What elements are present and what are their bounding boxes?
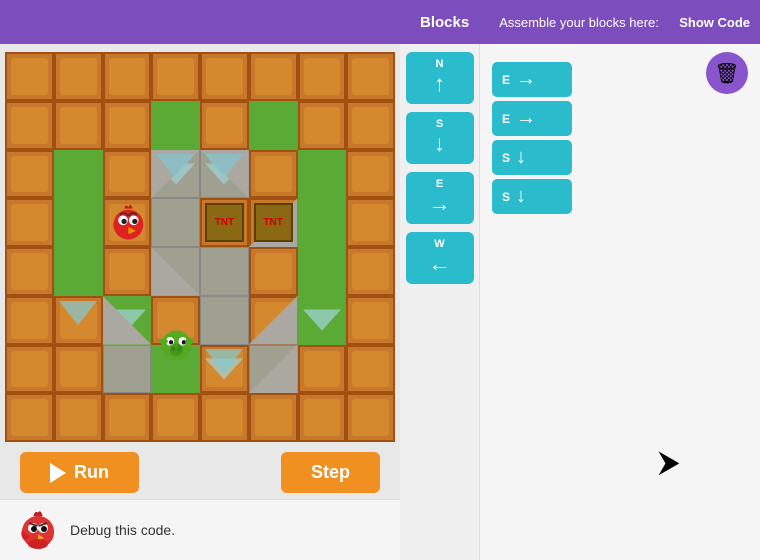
cell: [346, 247, 395, 296]
cell: [298, 52, 347, 101]
cell: [54, 247, 103, 296]
cell: [54, 150, 103, 199]
cell: [5, 52, 54, 101]
blocks-column: N ↑ S ↓ E → W ←: [400, 44, 480, 560]
cell: [298, 296, 347, 345]
cell: [200, 296, 249, 345]
debug-bird-icon: [16, 508, 60, 552]
tnt-box: TNT: [205, 203, 244, 242]
cell: [151, 101, 200, 150]
assembled-block-e1[interactable]: E →: [492, 62, 572, 97]
header: Blocks Assemble your blocks here: Show C…: [0, 0, 760, 44]
run-button[interactable]: Run: [20, 452, 139, 493]
cell: [5, 393, 54, 442]
assemble-label: Assemble your blocks here:: [499, 15, 679, 30]
main-content: TNT TNT Run Step: [0, 44, 760, 560]
right-panel: N ↑ S ↓ E → W ← 🗑: [400, 44, 760, 560]
cell: [249, 52, 298, 101]
cell: [200, 101, 249, 150]
game-panel: TNT TNT Run Step: [0, 44, 400, 560]
debug-text: Debug this code.: [70, 522, 175, 538]
cell: [5, 296, 54, 345]
blocks-tab-label: Blocks: [420, 14, 469, 31]
green-pig-icon: [155, 322, 200, 367]
cell: [5, 101, 54, 150]
cell: [151, 52, 200, 101]
assembled-block-s1[interactable]: S ↓: [492, 140, 572, 175]
cell: [346, 345, 395, 394]
game-controls: Run Step: [0, 446, 400, 499]
ice-triangle: [205, 154, 243, 178]
block-south[interactable]: S ↓: [406, 112, 474, 164]
cell: [346, 52, 395, 101]
game-grid-container: TNT TNT: [5, 52, 395, 442]
debug-area: Debug this code.: [0, 499, 400, 560]
cell: [54, 393, 103, 442]
cell: [346, 296, 395, 345]
assemble-column: 🗑 E → E → S ↓ S ↓: [480, 44, 760, 560]
trash-button[interactable]: 🗑: [706, 52, 748, 94]
cell: [298, 101, 347, 150]
cell: [103, 247, 152, 296]
ice-triangle: [59, 301, 97, 325]
cell: [103, 101, 152, 150]
cell: [54, 345, 103, 394]
tnt-box: TNT: [254, 203, 293, 242]
cell: [54, 101, 103, 150]
red-bird-icon: [107, 200, 152, 245]
cell: [346, 150, 395, 199]
cell: [54, 52, 103, 101]
cell: [200, 393, 249, 442]
cell: [249, 101, 298, 150]
cell: [298, 393, 347, 442]
cell: [5, 345, 54, 394]
block-east[interactable]: E →: [406, 172, 474, 224]
cell: [5, 150, 54, 199]
game-grid: TNT TNT: [5, 52, 395, 442]
cell: [200, 52, 249, 101]
trash-icon: 🗑: [714, 61, 739, 86]
cell: [298, 345, 347, 394]
assembled-block-e2[interactable]: E →: [492, 101, 572, 136]
cell: [54, 198, 103, 247]
block-west[interactable]: W ←: [406, 232, 474, 284]
cell: [249, 393, 298, 442]
cell: [151, 198, 200, 247]
show-code-button[interactable]: Show Code: [679, 15, 750, 30]
ice-triangle: [205, 349, 243, 373]
cell: [346, 101, 395, 150]
cell: [103, 345, 152, 394]
cell: [151, 393, 200, 442]
cell: [200, 247, 249, 296]
step-button[interactable]: Step: [281, 452, 380, 493]
cell: [346, 198, 395, 247]
cell: [5, 198, 54, 247]
cell: [249, 150, 298, 199]
cell: [298, 198, 347, 247]
cell: [249, 247, 298, 296]
assembled-block-s2[interactable]: S ↓: [492, 179, 572, 214]
cell: [298, 150, 347, 199]
cell: [5, 247, 54, 296]
cell: [103, 150, 152, 199]
cursor-icon: ⮞: [658, 446, 680, 480]
cell: [103, 52, 152, 101]
ice-triangle: [156, 154, 194, 178]
cell: [298, 247, 347, 296]
cell: [346, 393, 395, 442]
block-north[interactable]: N ↑: [406, 52, 474, 104]
cell: [103, 393, 152, 442]
